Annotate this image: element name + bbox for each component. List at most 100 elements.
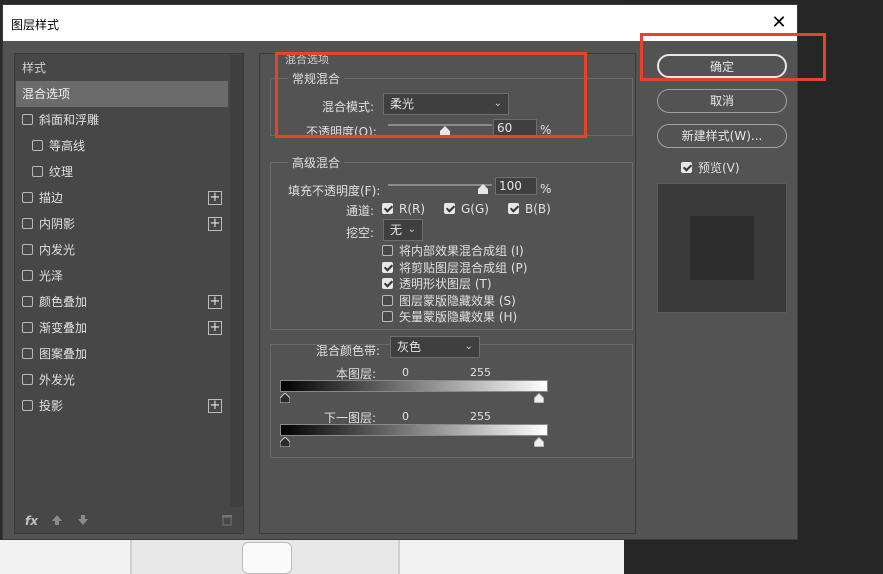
blend-if-value: 灰色 [397, 340, 422, 354]
style-item-checkbox[interactable] [22, 270, 33, 281]
advanced-option-label: 矢量蒙版隐藏效果 (H) [399, 310, 518, 324]
style-item-checkbox[interactable] [22, 400, 33, 411]
style-item-checkbox[interactable] [22, 218, 33, 229]
opacity-input[interactable]: 60 [493, 119, 537, 137]
style-item[interactable]: 混合选项 [16, 81, 228, 107]
preview-label: 预览(V) [698, 161, 740, 175]
style-item-label: 投影 [39, 399, 64, 413]
styles-list: 样式 混合选项斜面和浮雕等高线纹理 描边 + 内阴影 + 内发光 光泽 颜色叠加 + 渐变叠加 + 图… [16, 55, 228, 419]
blend-if-select[interactable]: 灰色 ⌄ [390, 336, 480, 358]
style-item[interactable]: 外发光 [16, 367, 228, 393]
style-item-label: 外发光 [39, 373, 76, 387]
checkbox-icon [382, 261, 393, 273]
channel-b-check-icon [508, 203, 519, 214]
channel-b-label: B(B) [525, 202, 551, 216]
advanced-option-checkbox[interactable]: 矢量蒙版隐藏效果 (H) [382, 308, 517, 325]
this-layer-max: 255 [470, 366, 491, 379]
this-layer-white-handle[interactable] [534, 393, 544, 403]
channel-r-label: R(R) [399, 202, 426, 216]
style-item[interactable]: 描边 + [16, 185, 228, 211]
preview-check-icon [681, 162, 692, 173]
style-item-checkbox[interactable] [32, 140, 43, 151]
advanced-option-label: 图层蒙版隐藏效果 (S) [399, 293, 516, 308]
fill-opacity-slider-track[interactable] [388, 184, 492, 186]
style-item-checkbox[interactable] [22, 296, 33, 307]
add-effect-icon[interactable]: + [208, 217, 222, 231]
style-item[interactable]: 投影 + [16, 393, 228, 419]
ok-button[interactable]: 确定 [657, 54, 787, 78]
cancel-button[interactable]: 取消 [657, 89, 787, 113]
advanced-option-label: 透明形状图层 (T) [399, 277, 492, 291]
style-item[interactable]: 光泽 [16, 263, 228, 289]
channel-g-check-icon [444, 203, 455, 214]
fill-opacity-slider-thumb[interactable] [478, 184, 488, 194]
channel-b-checkbox[interactable]: B(B) [508, 202, 551, 216]
this-layer-black-handle[interactable] [280, 393, 290, 403]
style-item-label: 渐变叠加 [39, 321, 88, 335]
styles-bottom-toolbar: fx [15, 510, 243, 534]
style-item-label: 等高线 [49, 139, 86, 153]
channel-r-check-icon [382, 203, 393, 214]
style-item-checkbox[interactable] [22, 192, 33, 203]
style-item[interactable]: 斜面和浮雕 [16, 107, 228, 133]
underlying-layer-white-handle[interactable] [534, 437, 544, 447]
blend-if-group [270, 344, 633, 458]
style-item[interactable]: 颜色叠加 + [16, 289, 228, 315]
add-effect-icon[interactable]: + [208, 321, 222, 335]
styles-panel: 样式 混合选项斜面和浮雕等高线纹理 描边 + 内阴影 + 内发光 光泽 颜色叠加 + 渐变叠加 + 图… [14, 53, 244, 534]
chevron-down-icon: ⌄ [407, 224, 416, 235]
advanced-blending-title: 高级混合 [288, 154, 345, 171]
blend-if-label: 混合颜色带: [316, 344, 381, 358]
style-item-checkbox[interactable] [22, 348, 33, 359]
channels-label: 通道: [346, 204, 375, 218]
dialog-titlebar: 图层样式 ✕ [3, 5, 797, 41]
channel-g-label: G(G) [461, 202, 489, 216]
underlying-layer-gradient [280, 424, 548, 436]
style-item-checkbox[interactable] [22, 114, 33, 125]
trash-icon[interactable] [221, 514, 233, 529]
style-item[interactable]: 渐变叠加 + [16, 315, 228, 341]
this-layer-gradient [280, 380, 548, 392]
style-item-label: 斜面和浮雕 [39, 113, 100, 127]
advanced-option-checkbox[interactable]: 透明形状图层 (T) [382, 275, 492, 292]
advanced-option-checkbox[interactable]: 将内部效果混合成组 (I) [382, 242, 524, 259]
style-item[interactable]: 内发光 [16, 237, 228, 263]
advanced-option-label: 将内部效果混合成组 (I) [399, 244, 524, 258]
blending-options-panel: 混合选项 常规混合 混合模式: 柔光 ⌄ 不透明度(O): 60 % 高级混合 … [259, 51, 636, 534]
dialog-title: 图层样式 [11, 18, 60, 32]
style-item[interactable]: 等高线 [16, 133, 228, 159]
arrow-up-icon[interactable] [51, 514, 63, 529]
styles-header[interactable]: 样式 [16, 55, 228, 81]
add-effect-icon[interactable]: + [208, 191, 222, 205]
style-item[interactable]: 图案叠加 [16, 341, 228, 367]
channel-r-checkbox[interactable]: R(R) [382, 202, 425, 216]
channel-g-checkbox[interactable]: G(G) [444, 202, 489, 216]
advanced-option-checkbox[interactable]: 图层蒙版隐藏效果 (S) [382, 292, 516, 309]
arrow-down-icon[interactable] [77, 514, 89, 529]
fx-icon[interactable]: fx [25, 514, 38, 528]
style-item[interactable]: 纹理 [16, 159, 228, 185]
styles-scrollbar[interactable] [230, 55, 243, 507]
add-effect-icon[interactable]: + [208, 295, 222, 309]
knockout-label: 挖空: [346, 226, 375, 240]
add-effect-icon[interactable]: + [208, 399, 222, 413]
blend-mode-select[interactable]: 柔光 ⌄ [383, 93, 509, 115]
checkbox-icon [382, 245, 393, 256]
style-item-checkbox[interactable] [22, 322, 33, 333]
fill-opacity-input[interactable]: 100 [495, 177, 537, 195]
checkbox-icon [382, 294, 393, 306]
fill-opacity-unit: % [540, 182, 552, 196]
checkbox-icon [382, 278, 393, 289]
close-icon[interactable]: ✕ [767, 11, 791, 35]
style-item-checkbox[interactable] [22, 244, 33, 255]
style-item-label: 内阴影 [39, 217, 76, 231]
underlying-layer-black-handle[interactable] [280, 437, 290, 447]
knockout-select[interactable]: 无 ⌄ [383, 219, 423, 241]
opacity-slider-thumb[interactable] [440, 126, 450, 136]
style-item-checkbox[interactable] [22, 374, 33, 385]
style-item[interactable]: 内阴影 + [16, 211, 228, 237]
advanced-option-checkbox[interactable]: 将剪贴图层混合成组 (P) [382, 259, 527, 276]
style-item-checkbox[interactable] [32, 166, 43, 177]
new-style-button[interactable]: 新建样式(W)... [657, 124, 787, 148]
preview-checkbox[interactable]: 预览(V) [681, 159, 740, 176]
